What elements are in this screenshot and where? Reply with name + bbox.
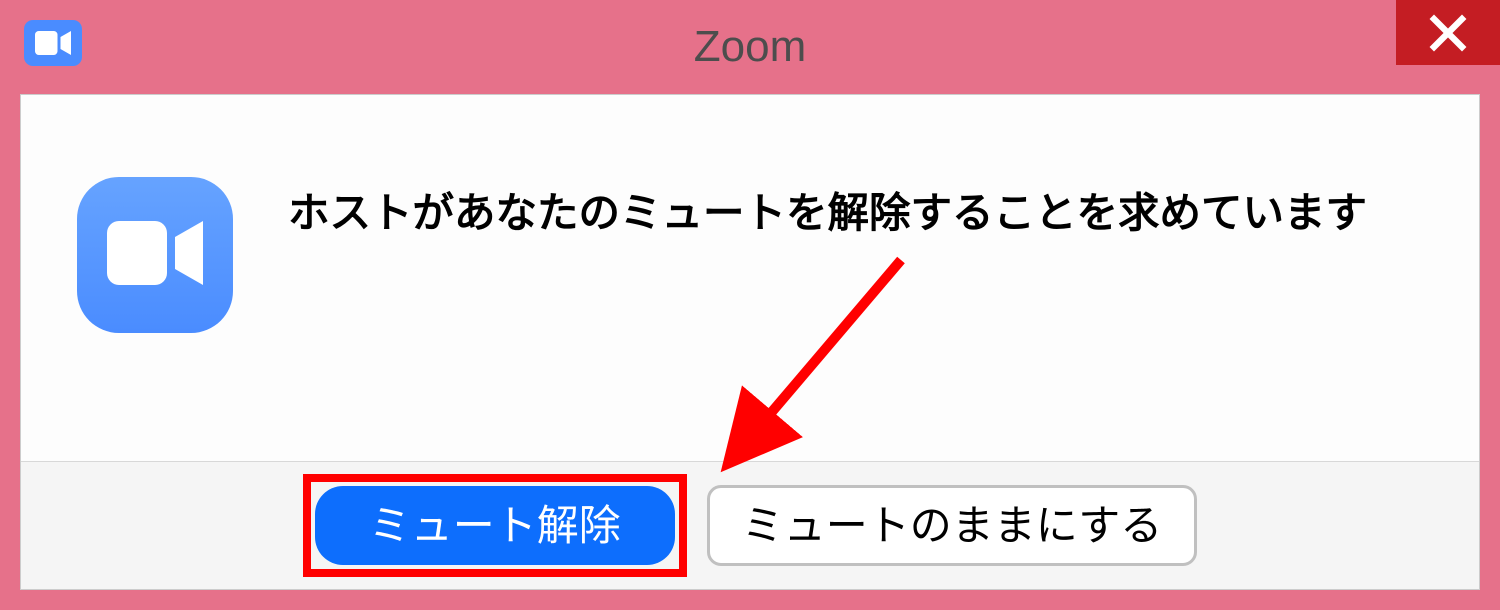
dialog-message: ホストがあなたのミュートを解除することを求めています (288, 179, 1367, 239)
stay-muted-button[interactable]: ミュートのままにする (707, 485, 1197, 566)
title-bar: Zoom (0, 0, 1500, 94)
annotation-arrow-icon (691, 250, 931, 485)
dialog: ホストがあなたのミュートを解除することを求めています ミュート解除 ミュートのま… (20, 94, 1480, 590)
video-camera-icon (107, 221, 203, 290)
dialog-footer: ミュート解除 ミュートのままにする (21, 461, 1479, 589)
dialog-body: ホストがあなたのミュートを解除することを求めています (21, 95, 1479, 461)
close-button[interactable] (1396, 0, 1500, 65)
annotation-highlight: ミュート解除 (303, 474, 687, 577)
close-icon (1427, 12, 1469, 54)
zoom-app-icon (77, 177, 233, 333)
window-title: Zoom (0, 22, 1500, 72)
unmute-button[interactable]: ミュート解除 (315, 486, 675, 565)
